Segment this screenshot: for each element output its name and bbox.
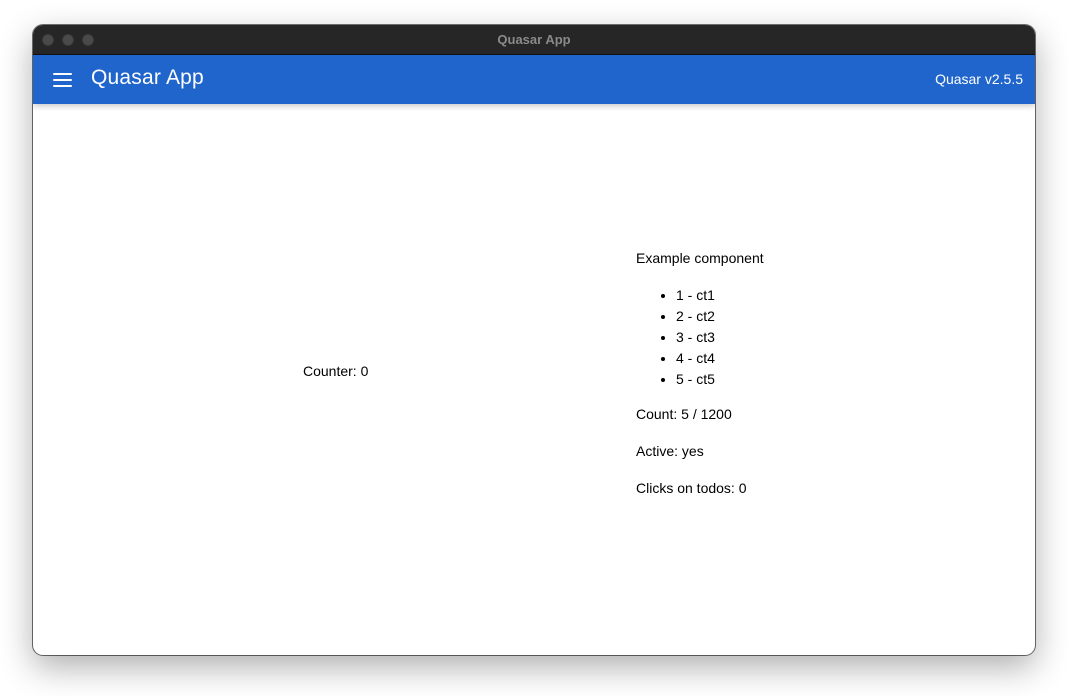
window-title: Quasar App — [497, 32, 571, 47]
page-content: Counter: 0 Example component 1 - ct1 2 -… — [33, 104, 1035, 655]
counter-text: Counter: 0 — [303, 363, 369, 379]
app-header: Quasar App Quasar v2.5.5 — [33, 55, 1035, 104]
count-text: Count: 5 / 1200 — [636, 406, 732, 422]
menu-button[interactable] — [47, 66, 77, 94]
example-title: Example component — [636, 250, 764, 266]
app-title: Quasar App — [91, 66, 204, 89]
example-component: Example component 1 - ct1 2 - ct2 3 - ct… — [636, 248, 764, 515]
version-label: Quasar v2.5.5 — [935, 71, 1023, 87]
clicks-text: Clicks on todos: 0 — [636, 480, 747, 496]
todo-item[interactable]: 2 - ct2 — [676, 306, 764, 327]
app-window: Quasar App Quasar App Quasar v2.5.5 Coun… — [33, 25, 1035, 655]
todo-item[interactable]: 3 - ct3 — [676, 327, 764, 348]
todo-list: 1 - ct1 2 - ct2 3 - ct3 4 - ct4 5 - ct5 — [636, 285, 764, 390]
todo-item[interactable]: 5 - ct5 — [676, 369, 764, 390]
todo-item[interactable]: 4 - ct4 — [676, 348, 764, 369]
todo-item[interactable]: 1 - ct1 — [676, 285, 764, 306]
active-text: Active: yes — [636, 443, 704, 459]
window-titlebar: Quasar App — [33, 25, 1035, 55]
